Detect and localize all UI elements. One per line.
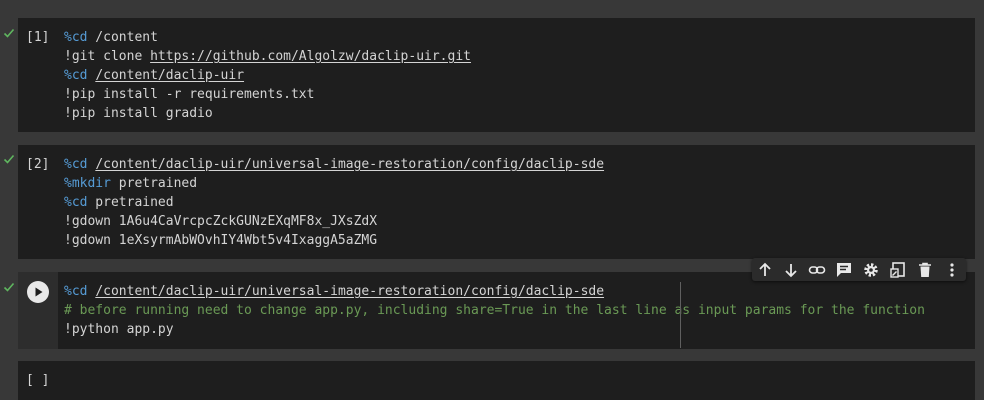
move-down-icon[interactable] bbox=[781, 260, 801, 280]
magic-command: %cd bbox=[64, 195, 88, 210]
code-line: !pip install gradio bbox=[64, 104, 471, 123]
code-editor[interactable]: %cd /content !git clone https://github.co… bbox=[64, 28, 471, 123]
code-cell-2[interactable]: [2] %cd /content/daclip-uir/universal-im… bbox=[18, 145, 975, 259]
line-length-ruler bbox=[680, 282, 681, 348]
executed-check-icon bbox=[3, 154, 15, 164]
link-icon[interactable] bbox=[807, 260, 827, 280]
code-cell-3[interactable]: %cd /content/daclip-uir/universal-image-… bbox=[18, 272, 975, 349]
execution-count: [2] bbox=[26, 157, 50, 172]
delete-icon[interactable] bbox=[915, 260, 935, 280]
code-text: !gdown 1A6u4CaVrcpcZckGUNzEXqMF8x_JXsZdX bbox=[64, 214, 378, 229]
code-text: pretrained bbox=[110, 176, 198, 191]
execution-count: [1] bbox=[26, 30, 50, 45]
code-line: %cd /content/daclip-uir bbox=[64, 66, 471, 85]
run-cell-button[interactable] bbox=[27, 281, 49, 303]
magic-command: %cd bbox=[64, 157, 88, 172]
code-link[interactable]: /content/daclip-uir/universal-image-rest… bbox=[95, 284, 604, 299]
magic-command: %mkdir bbox=[64, 176, 111, 191]
cell-toolbar bbox=[752, 258, 966, 281]
code-line: %cd /content/daclip-uir/universal-image-… bbox=[64, 155, 604, 174]
execution-count: [ ] bbox=[26, 373, 50, 388]
code-line: !pip install -r requirements.txt bbox=[64, 85, 471, 104]
code-line: !gdown 1A6u4CaVrcpcZckGUNzEXqMF8x_JXsZdX bbox=[64, 212, 604, 231]
play-icon bbox=[35, 287, 43, 297]
code-editor[interactable]: %cd /content/daclip-uir/universal-image-… bbox=[64, 282, 925, 339]
code-text: !pip install -r requirements.txt bbox=[64, 87, 315, 102]
code-editor[interactable]: %cd /content/daclip-uir/universal-image-… bbox=[64, 155, 604, 250]
code-text: /content bbox=[87, 30, 158, 45]
run-cell-area bbox=[18, 272, 58, 349]
code-text: pretrained bbox=[87, 195, 174, 210]
magic-command: %cd bbox=[64, 68, 88, 83]
code-line: !gdown 1eXsyrmAbWOvhIY4Wbt5v4IxaggA5aZMG bbox=[64, 231, 604, 250]
code-link[interactable]: /content/daclip-uir bbox=[95, 68, 244, 83]
code-link[interactable]: /content/daclip-uir/universal-image-rest… bbox=[95, 157, 604, 172]
executed-check-icon bbox=[3, 28, 15, 38]
code-text: !gdown 1eXsyrmAbWOvhIY4Wbt5v4IxaggA5aZMG bbox=[64, 233, 378, 248]
code-line: !python app.py bbox=[64, 320, 925, 339]
executed-check-icon bbox=[3, 282, 15, 292]
code-line: %mkdir pretrained bbox=[64, 174, 604, 193]
settings-icon[interactable] bbox=[861, 260, 881, 280]
code-line: %cd pretrained bbox=[64, 193, 604, 212]
code-comment: # before running need to change app.py, … bbox=[64, 303, 925, 318]
code-line: !git clone https://github.com/Algolzw/da… bbox=[64, 47, 471, 66]
code-line: %cd /content/daclip-uir/universal-image-… bbox=[64, 282, 925, 301]
magic-command: %cd bbox=[64, 284, 88, 299]
move-up-icon[interactable] bbox=[755, 260, 775, 280]
code-line: %cd /content bbox=[64, 28, 471, 47]
code-line: # before running need to change app.py, … bbox=[64, 301, 925, 320]
code-cell-1[interactable]: [1] %cd /content !git clone https://githu… bbox=[18, 18, 975, 132]
code-text: !python app.py bbox=[64, 322, 174, 337]
code-text: !git clone bbox=[64, 49, 151, 64]
code-cell-4[interactable]: [ ] bbox=[18, 361, 975, 400]
comment-icon[interactable] bbox=[834, 260, 854, 280]
code-text: !pip install gradio bbox=[64, 106, 213, 121]
magic-command: %cd bbox=[64, 30, 88, 45]
code-link[interactable]: https://github.com/Algolzw/daclip-uir.gi… bbox=[150, 49, 471, 64]
editor-icon[interactable] bbox=[888, 260, 908, 280]
more-icon[interactable] bbox=[942, 260, 962, 280]
